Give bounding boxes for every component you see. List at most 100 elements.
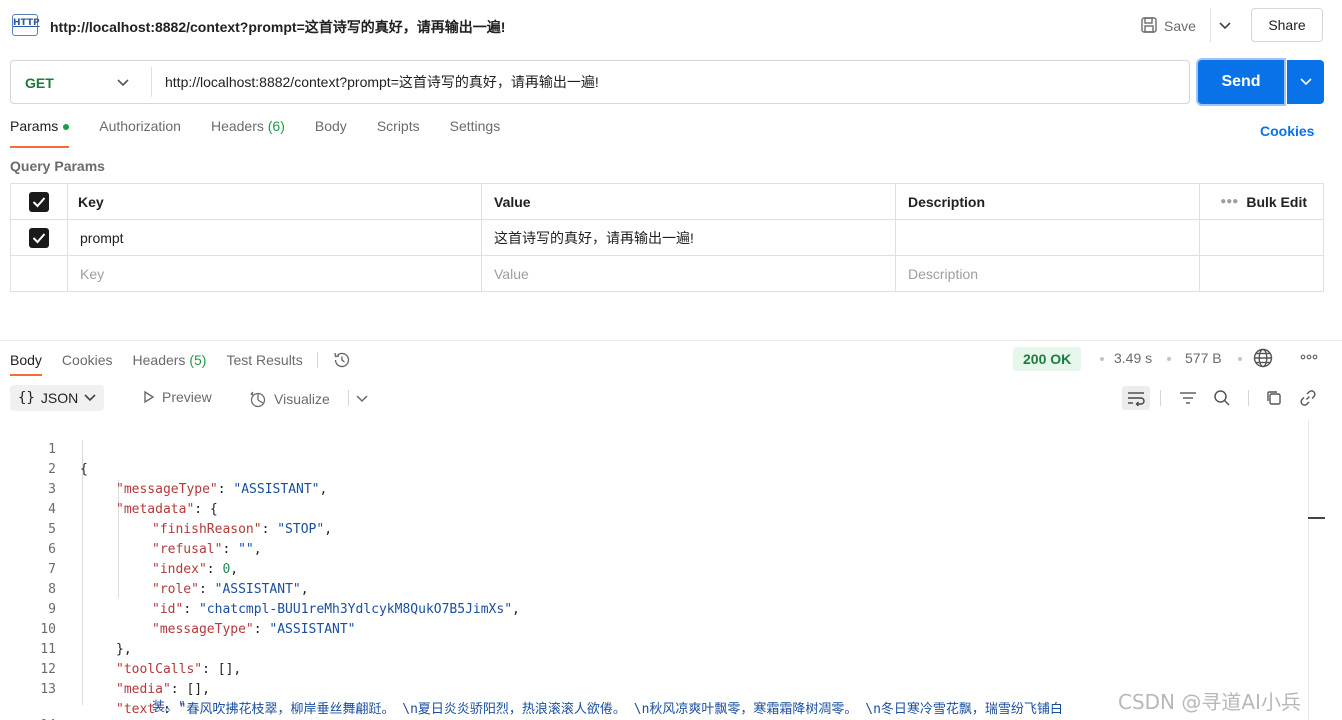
- code-line: 14 }: [0, 696, 1310, 720]
- code-line: 9 "messageType": "ASSISTANT": [0, 580, 1310, 637]
- tab-authorization[interactable]: Authorization: [99, 118, 181, 148]
- column-header-key: Key: [68, 184, 482, 219]
- row-spacer: [1200, 256, 1323, 291]
- query-params-title: Query Params: [10, 158, 105, 174]
- bulk-edit-label: Bulk Edit: [1246, 193, 1307, 210]
- tab-test-results[interactable]: Test Results: [226, 352, 302, 376]
- key-placeholder-input[interactable]: Key: [68, 256, 482, 291]
- code-line: 6 "index": 0,: [0, 520, 1310, 577]
- bulk-edit-button[interactable]: ●●● Bulk Edit: [1200, 184, 1323, 219]
- search-icon[interactable]: [1208, 386, 1236, 410]
- code-line: 1 {: [0, 420, 1310, 477]
- history-icon[interactable]: [332, 350, 352, 370]
- visualize-button[interactable]: Visualize: [248, 389, 330, 409]
- response-json-viewer[interactable]: 1 { 2 "messageType": "ASSISTANT", 3 "met…: [0, 420, 1310, 720]
- checkbox-checked-icon: [29, 191, 49, 212]
- response-divider[interactable]: [0, 340, 1342, 341]
- code-line: 11 "toolCalls": [],: [0, 620, 1310, 677]
- preview-label: Preview: [162, 389, 212, 405]
- filter-icon[interactable]: [1174, 386, 1202, 410]
- divider: [151, 67, 152, 97]
- tab-params[interactable]: Params: [10, 118, 70, 148]
- save-options-chevron-icon[interactable]: [1214, 14, 1236, 38]
- param-value-cell[interactable]: 这首诗写的真好，请再输出一遍!: [482, 220, 896, 255]
- response-size[interactable]: 577 B: [1185, 350, 1222, 366]
- http-request-icon: HTTP: [12, 14, 40, 36]
- separator-dot: [1100, 357, 1104, 361]
- response-tabs: Body Cookies Headers (5) Test Results: [10, 350, 352, 378]
- scrollbar-track[interactable]: [1308, 420, 1309, 720]
- visualize-icon: [250, 391, 266, 408]
- value-placeholder-input[interactable]: Value: [482, 256, 896, 291]
- watermark: CSDN @寻道AI小兵: [1118, 690, 1301, 714]
- url-input[interactable]: [165, 61, 1175, 103]
- visualize-options-chevron-icon[interactable]: [356, 390, 368, 406]
- send-button[interactable]: Send: [1198, 60, 1284, 104]
- more-options-icon[interactable]: ●●●: [1220, 196, 1238, 207]
- code-line-wrapped: 装。": [0, 678, 1310, 715]
- code-line: 10 },: [0, 600, 1310, 657]
- tab-scripts[interactable]: Scripts: [377, 118, 420, 148]
- column-header-value: Value: [482, 184, 896, 219]
- response-time[interactable]: 3.49 s: [1114, 350, 1152, 366]
- scrollbar-thumb[interactable]: [1308, 517, 1325, 519]
- save-button[interactable]: Save: [1134, 12, 1202, 40]
- code-line: 12 "media": [],: [0, 640, 1310, 697]
- description-placeholder-input[interactable]: Description: [896, 256, 1200, 291]
- tab-response-cookies[interactable]: Cookies: [62, 352, 113, 376]
- globe-icon[interactable]: [1252, 347, 1274, 372]
- code-line: 8 "id": "chatcmpl-BUU1reMh3YdlcykM8QukO7…: [0, 560, 1310, 617]
- divider: [1160, 390, 1161, 406]
- request-tabs: Params Authorization Headers (6) Body Sc…: [10, 118, 530, 148]
- tab-settings[interactable]: Settings: [450, 118, 501, 148]
- divider: [1248, 390, 1249, 406]
- chevron-down-icon: [84, 394, 96, 402]
- chevron-down-icon[interactable]: [115, 73, 131, 93]
- tab-response-body[interactable]: Body: [10, 352, 42, 376]
- save-label: Save: [1164, 18, 1196, 34]
- params-active-dot: [63, 124, 70, 131]
- share-button[interactable]: Share: [1251, 8, 1323, 42]
- param-description-cell[interactable]: [896, 220, 1200, 255]
- save-icon: [1140, 16, 1158, 37]
- row-checkbox-empty: [11, 256, 68, 291]
- url-bar: GET: [10, 60, 1190, 104]
- separator-dot: [1167, 357, 1171, 361]
- code-line: 3 "metadata": {: [0, 460, 1310, 517]
- status-badge[interactable]: 200 OK: [1013, 347, 1082, 371]
- code-line: 7 "role": "ASSISTANT",: [0, 540, 1310, 597]
- divider: [1210, 8, 1211, 42]
- preview-button[interactable]: Preview: [142, 389, 212, 405]
- tab-response-headers[interactable]: Headers (5): [133, 352, 207, 376]
- row-checkbox[interactable]: [11, 220, 68, 255]
- row-spacer: [1200, 220, 1323, 255]
- param-key-cell[interactable]: prompt: [68, 220, 482, 255]
- table-row-empty: Key Value Description: [11, 256, 1323, 291]
- code-line: 5 "refusal": "",: [0, 500, 1310, 557]
- format-select[interactable]: {} JSON: [10, 385, 105, 411]
- tab-headers[interactable]: Headers (6): [211, 118, 285, 148]
- line-number: 14: [0, 716, 56, 720]
- request-title[interactable]: http://localhost:8882/context?prompt=这首诗…: [50, 17, 505, 37]
- code-line: 13 "text": "春风吹拂花枝翠，柳岸垂丝舞翩跹。 \n夏日炎炎骄阳烈，热…: [0, 660, 1310, 717]
- link-icon[interactable]: [1294, 386, 1322, 410]
- table-header-row: Key Value Description ●●● Bulk Edit: [11, 184, 1323, 220]
- column-header-description: Description: [896, 184, 1200, 219]
- divider: [348, 390, 349, 406]
- top-bar: HTTP http://localhost:8882/context?promp…: [0, 0, 1342, 52]
- checkbox-checked-icon: [29, 227, 49, 248]
- tab-body[interactable]: Body: [315, 118, 347, 148]
- wrap-lines-icon[interactable]: [1122, 386, 1150, 410]
- more-options-icon[interactable]: [1299, 350, 1319, 367]
- table-row: prompt 这首诗写的真好，请再输出一遍!: [11, 220, 1323, 256]
- copy-icon[interactable]: [1260, 386, 1288, 410]
- json-braces-icon: {}: [18, 390, 35, 406]
- format-label: JSON: [40, 390, 79, 406]
- code-line: 4 "finishReason": "STOP",: [0, 480, 1310, 537]
- select-all-checkbox[interactable]: [11, 184, 68, 219]
- query-params-table: Key Value Description ●●● Bulk Edit prom…: [10, 183, 1324, 292]
- code-line: 2 "messageType": "ASSISTANT",: [0, 440, 1310, 497]
- method-select[interactable]: GET: [25, 75, 54, 91]
- send-options-chevron-icon[interactable]: [1287, 60, 1324, 104]
- cookies-link[interactable]: Cookies: [1260, 123, 1314, 139]
